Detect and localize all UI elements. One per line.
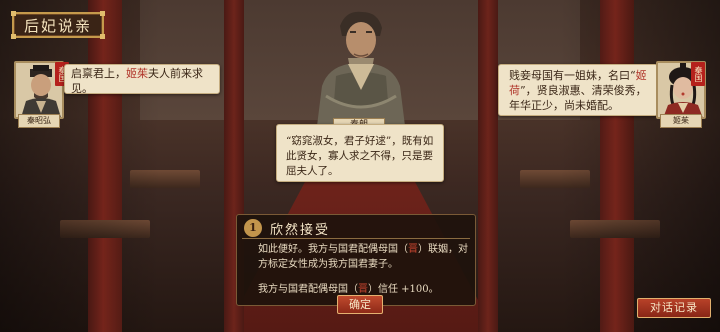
choice-desc-highlight: 晋 [408, 244, 418, 255]
left-speech-text-prefix: 启禀君上， [71, 67, 126, 80]
choice-effect-highlight: 晋 [358, 284, 368, 295]
right-speaker-name: 姬茱 [660, 114, 702, 128]
center-speech-text: “窈窕淑女，君子好逑”，既有如此贤女，寡人求之不得，只是要屈夫人了。 [286, 135, 434, 177]
left-speech-highlight: 姬茱 [126, 67, 148, 80]
choice-effect-part-a: 我方与国君配偶母国（ [258, 284, 358, 295]
warrior-figure-icon [316, 11, 406, 134]
choice-title: 欣然接受 [270, 223, 331, 238]
choice-description: 如此便好。我方与国君配偶母国（晋）联姻，对方标定女性成为我方国君妻子。 [258, 242, 470, 272]
center-speech-box: “窈窕淑女，君子好逑”，既有如此贤女，寡人求之不得，只是要屈夫人了。 [276, 124, 444, 182]
right-speech-box: 贱妾母国有一姐妹，名曰“姬荷”，贤良淑惠、清荣俊秀，年华正少，尚未婚配。 [498, 64, 658, 116]
left-speech-box: 启禀君上，姬茱夫人前来求见。 [64, 64, 220, 95]
event-title: 后妃说亲 [23, 16, 92, 35]
left-speaker-name: 秦昭弘 [18, 114, 60, 128]
center-speaker-portrait [306, 6, 416, 134]
right-speech-text-suffix: ”，贤良淑惠、清荣俊秀，年华正少，尚未婚配。 [509, 84, 647, 112]
dialog-log-button[interactable]: 对话记录 [637, 298, 711, 318]
right-faction-badge: 秦国 [691, 62, 705, 86]
choice-desc-part-a: 如此便好。我方与国君配偶母国（ [258, 244, 408, 255]
right-speech-text-prefix: 贱妾母国有一姐妹，名曰“ [509, 69, 636, 82]
confirm-button[interactable]: 确定 [337, 295, 383, 314]
choice-number: 1 [244, 219, 262, 237]
event-title-plaque: 后妃说亲 [11, 11, 105, 39]
choice-effect-part-b: ）信任 +100。 [368, 284, 439, 295]
